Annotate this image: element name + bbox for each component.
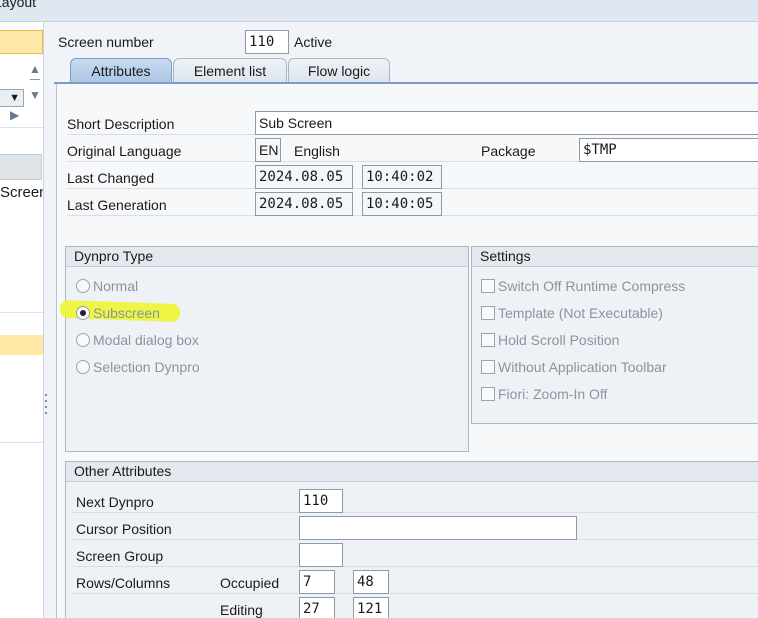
tab-flow-logic[interactable]: Flow logic bbox=[288, 58, 390, 83]
expand-right-icon[interactable]: ▶ bbox=[10, 108, 19, 122]
tab-attributes[interactable]: Attributes bbox=[70, 58, 172, 84]
last-changed-date-field[interactable]: 2024.08.05 bbox=[255, 165, 353, 189]
checkbox-icon bbox=[481, 306, 495, 320]
selected-tree-node[interactable] bbox=[0, 30, 43, 54]
divider bbox=[0, 442, 43, 443]
screen-painter-main: Screen number 110 Active Attributes Elem… bbox=[50, 22, 758, 618]
checkbox-icon bbox=[481, 387, 495, 401]
panel-button[interactable] bbox=[0, 154, 42, 180]
dropdown-chevron-icon[interactable]: ▼ bbox=[0, 89, 24, 107]
editing-cols-field[interactable]: 121 bbox=[353, 597, 389, 618]
checkbox-fiori-zoom-in-off[interactable]: Fiori: Zoom-In Off bbox=[481, 386, 607, 402]
last-generation-time-field[interactable]: 10:40:05 bbox=[362, 192, 442, 216]
screen-number-label: Screen number bbox=[58, 34, 154, 50]
divider bbox=[0, 127, 43, 128]
cursor-position-label: Cursor Position bbox=[76, 521, 172, 537]
highlighted-tree-row[interactable] bbox=[0, 335, 43, 355]
scroll-divider bbox=[30, 79, 40, 80]
divider bbox=[0, 312, 43, 313]
language-code-field[interactable]: EN bbox=[255, 138, 281, 162]
tab-element-list[interactable]: Element list bbox=[173, 58, 287, 83]
radio-circle-icon bbox=[76, 360, 90, 374]
checkbox-hold-scroll-position[interactable]: Hold Scroll Position bbox=[481, 332, 619, 348]
screen-group-field[interactable] bbox=[299, 543, 343, 567]
last-changed-label: Last Changed bbox=[67, 170, 155, 186]
editing-label: Editing bbox=[220, 602, 263, 618]
radio-circle-icon bbox=[76, 279, 90, 293]
short-description-field[interactable]: Sub Screen bbox=[255, 111, 758, 135]
short-description-label: Short Description bbox=[67, 116, 175, 132]
row-divider bbox=[72, 593, 758, 594]
language-name: English bbox=[294, 143, 340, 159]
last-changed-time-field[interactable]: 10:40:02 bbox=[362, 165, 442, 189]
radio-normal[interactable]: Normal bbox=[76, 278, 138, 294]
screen-status: Active bbox=[294, 34, 333, 50]
occupied-label: Occupied bbox=[220, 575, 280, 591]
row-divider bbox=[72, 512, 758, 513]
occupied-cols-field[interactable]: 48 bbox=[353, 570, 389, 594]
occupied-rows-field[interactable]: 7 bbox=[299, 570, 335, 594]
next-dynpro-field[interactable]: 110 bbox=[299, 489, 343, 513]
radio-circle-icon bbox=[76, 306, 90, 320]
splitter-grip-handle[interactable] bbox=[43, 390, 49, 430]
cursor-position-field[interactable] bbox=[299, 516, 577, 540]
screen-number-field[interactable]: 110 bbox=[245, 30, 289, 54]
tree-item-screen[interactable]: Screen bbox=[0, 184, 43, 201]
original-language-label: Original Language bbox=[67, 143, 182, 159]
dynpro-type-title: Dynpro Type bbox=[66, 247, 468, 267]
radio-subscreen[interactable]: Subscreen bbox=[76, 305, 160, 321]
last-generation-date-field[interactable]: 2024.08.05 bbox=[255, 192, 353, 216]
other-attributes-title: Other Attributes bbox=[66, 462, 758, 482]
radio-selection-dynpro[interactable]: Selection Dynpro bbox=[76, 359, 200, 375]
radio-modal-dialog-box[interactable]: Modal dialog box bbox=[76, 332, 199, 348]
package-label: Package bbox=[481, 143, 536, 159]
window-title: Layout bbox=[0, 0, 37, 10]
checkbox-icon bbox=[481, 360, 495, 374]
title-bar: Layout bbox=[0, 0, 758, 22]
checkbox-without-application-toolbar[interactable]: Without Application Toolbar bbox=[481, 359, 667, 375]
settings-title: Settings bbox=[472, 247, 758, 267]
checkbox-template-not-executable[interactable]: Template (Not Executable) bbox=[481, 305, 663, 321]
checkbox-icon bbox=[481, 279, 495, 293]
left-navigation-panel: ▲ ▼ ▼ ▶ Screen bbox=[0, 22, 44, 618]
checkbox-switch-off-runtime-compress[interactable]: Switch Off Runtime Compress bbox=[481, 278, 685, 294]
last-generation-label: Last Generation bbox=[67, 197, 167, 213]
editing-rows-field[interactable]: 27 bbox=[299, 597, 335, 618]
scroll-up-icon[interactable]: ▲ bbox=[28, 62, 42, 76]
next-dynpro-label: Next Dynpro bbox=[76, 494, 154, 510]
rows-columns-label: Rows/Columns bbox=[76, 575, 171, 591]
radio-circle-icon bbox=[76, 333, 90, 347]
row-divider bbox=[72, 566, 758, 567]
scroll-down-icon[interactable]: ▼ bbox=[28, 88, 42, 102]
package-field[interactable]: $TMP bbox=[579, 138, 758, 162]
dynpro-type-group: Dynpro Type bbox=[65, 246, 469, 452]
checkbox-icon bbox=[481, 333, 495, 347]
screen-group-label: Screen Group bbox=[76, 548, 164, 564]
